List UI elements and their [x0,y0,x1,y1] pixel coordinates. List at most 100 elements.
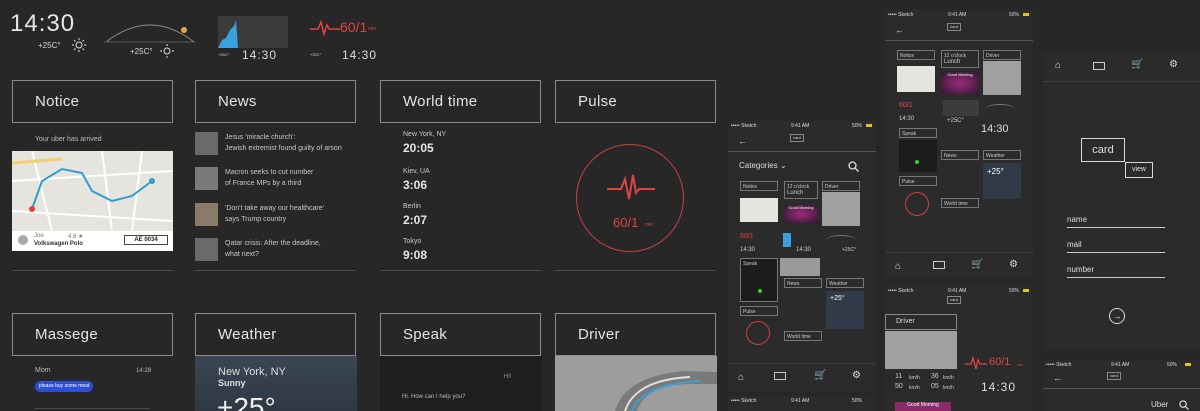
driver-card[interactable] [555,356,717,411]
status-time: 9:41 AM [791,398,810,404]
speak-card[interactable]: Hi! Hi. How can I help you? [380,356,542,411]
city-time: 20:05 [403,141,434,155]
message-tile-header[interactable]: Massege [12,313,173,356]
back-arrow-icon[interactable]: ← [738,136,747,146]
devices-icon[interactable] [774,372,786,380]
driver-stat: 11 [895,373,903,380]
mini-news[interactable]: News [784,278,822,288]
status-carrier: ••••• Sketch [888,288,914,294]
mini-lunch[interactable]: 12 o'clock Lunch [941,50,979,68]
mini-driver[interactable]: Driver [983,50,1021,60]
weather-temp: +25° [217,392,276,411]
message-time: 14:28 [136,368,152,374]
mail-field[interactable]: mail [1067,240,1165,253]
weather-card[interactable]: New York, NY Sunny +25° [195,356,357,411]
weather-title: Weather [218,326,277,343]
mini-world-time[interactable]: World time [941,198,979,208]
mini-speak[interactable]: Speak [740,258,778,302]
uber-title: Uber [1151,400,1169,409]
sun-icon [160,44,174,58]
card-box[interactable]: card [1081,138,1125,162]
news-thumbnail [195,203,218,226]
mini-map [897,66,935,92]
gear-icon[interactable]: ⚙ [1009,259,1018,270]
uber-map-card[interactable]: Joe 4.8 ★ Volkswagen Polo AE 0034 [12,151,173,251]
back-arrow-icon[interactable]: ← [895,25,904,35]
mini-time: 14:30 [740,247,756,253]
city-name: Berlin [403,203,421,210]
assistant-prompt: Hi. How can I help you? [402,394,466,400]
message-sender: Mom [35,367,51,374]
world-time-tile-header[interactable]: World time [380,80,541,123]
city-name: Tokyo [403,238,422,245]
status-time: 9:41 AM [1111,362,1130,368]
mini-lunch[interactable]: 12 o'clock Lunch [784,181,818,199]
mini-sun-arc [826,235,856,245]
home-icon[interactable]: ⌂ [738,372,744,383]
search-icon[interactable] [848,161,859,172]
home-icon[interactable]: ⌂ [1055,60,1061,71]
speak-title: Speak [403,326,448,343]
mini-notice[interactable]: Notice [740,181,778,191]
notice-message: Your uber has arrived [35,136,102,143]
status-time: 9:41 AM [791,123,810,129]
mini-good-morning[interactable]: Good Morning [941,72,979,94]
news-item[interactable]: Jesus 'miracle church': Jewish extremist… [195,132,365,158]
mini-pulse-ring [746,321,770,345]
mini-pulse-tile[interactable]: Pulse [899,176,937,186]
cart-icon[interactable]: 🛒 [1131,59,1143,70]
message-bubble[interactable]: please buy some meat [35,381,94,392]
view-button[interactable]: view [1125,162,1153,178]
mini-notice[interactable]: Notice [897,50,935,60]
mini-world-time[interactable]: World time [784,331,822,341]
driver-tile-header[interactable]: Driver [885,314,957,330]
sun-arc-widget: +25C° [104,14,196,62]
news-headline-cont: what next? [225,251,259,258]
mini-good-morning[interactable]: Good Morning [784,205,818,223]
gear-icon[interactable]: ⚙ [1169,59,1178,70]
chevron-down-icon: ⌄ [779,161,787,170]
categories-dropdown[interactable]: Categories ⌄ [739,161,787,170]
gear-icon[interactable]: ⚙ [852,370,861,381]
heartbeat-icon [310,20,340,36]
home-icon[interactable]: ⌂ [895,261,901,272]
news-item[interactable]: 'Don't take away our healthcare' says Tr… [195,203,365,229]
news-item[interactable]: Qatar crisis: After the deadline, what n… [195,238,365,264]
speak-tile-header[interactable]: Speak [380,313,541,356]
news-item[interactable]: Macron seeks to cut number of France MPs… [195,167,365,193]
mini-driver[interactable]: Driver [822,181,860,191]
devices-icon[interactable] [1093,62,1105,70]
mini-speak[interactable]: Speak [899,128,937,138]
good-morning-card[interactable]: Good Morning [895,402,951,411]
pulse-ring: 60/1 min [576,144,684,252]
back-arrow-icon[interactable]: ← [1053,373,1062,383]
mini-map [740,198,778,222]
mini-driver-road [822,192,860,226]
number-field[interactable]: number [1067,265,1165,278]
driver-stat-unit: km/h [943,385,954,391]
weather-city: New York, NY [218,366,286,378]
mini-weather[interactable]: Weather [826,278,864,288]
mini-news[interactable]: News [941,150,979,160]
name-field[interactable]: name [1067,215,1165,228]
notice-tile-header[interactable]: Notice [12,80,173,123]
news-tile-header[interactable]: News [195,80,356,123]
submit-arrow-button[interactable]: → [1109,308,1125,324]
pulse-tile-header[interactable]: Pulse [555,80,716,123]
driver-rating: 4.8 ★ [68,234,84,240]
driver-tile-header[interactable]: Driver [555,313,716,356]
mini-weather[interactable]: Weather [983,150,1021,160]
sun-arc [104,24,196,43]
status-battery: 50% [1009,288,1020,294]
search-icon[interactable] [1179,400,1189,410]
devices-icon[interactable] [933,261,945,269]
mini-pulse-tile[interactable]: Pulse [740,306,778,316]
cart-icon[interactable]: 🛒 [814,370,826,381]
weather-tile-header[interactable]: Weather [195,313,356,356]
pulse-value: 60/1 [989,356,1011,368]
pulse-top-widget: 60/1 min +25C° 14:30 [308,14,384,62]
driver-title: Driver [578,326,620,343]
cart-icon[interactable]: 🛒 [971,259,983,270]
phone-mockup-driver: ••••• Sketch 9:41 AM 50% card Driver 11 … [885,286,1033,411]
city-time: 3:06 [403,178,428,192]
